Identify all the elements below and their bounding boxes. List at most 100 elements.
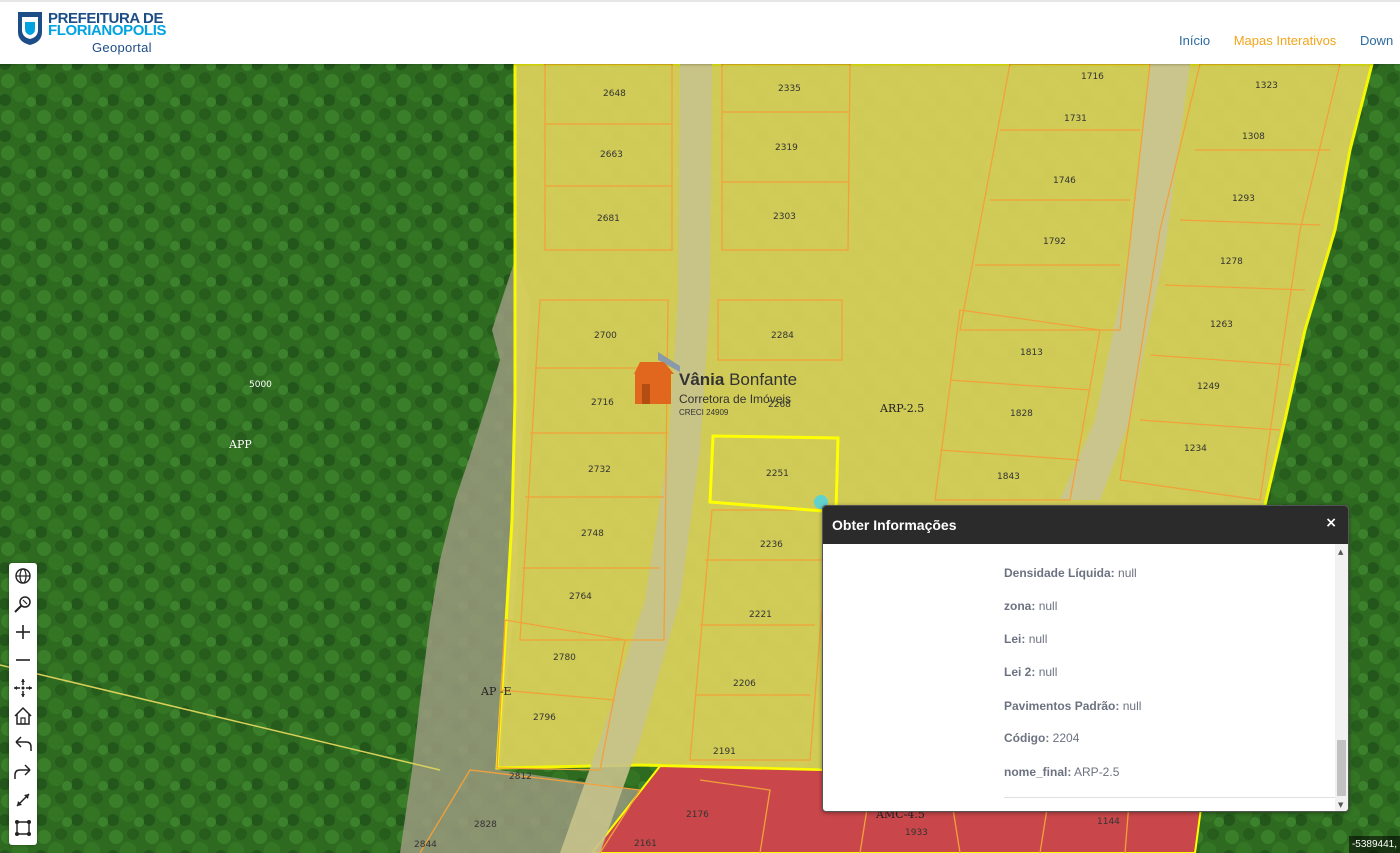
parcel-label: 2700	[594, 331, 617, 341]
zoom-search-icon[interactable]	[12, 593, 34, 615]
parcel-label: 2206	[733, 679, 756, 689]
prefeitura-logo[interactable]: PREFEITURA DE FLORIANOPOLIS Geoportal	[16, 10, 167, 56]
parcel-label: 2681	[597, 214, 620, 224]
attr-key: Código:	[1004, 731, 1050, 745]
zoom-in-icon[interactable]	[12, 621, 34, 643]
undo-icon[interactable]	[12, 733, 34, 755]
scroll-down-icon[interactable]: ▼	[1338, 801, 1343, 809]
nav-inicio[interactable]: Início	[1179, 33, 1210, 48]
attr-value: null	[1038, 599, 1058, 613]
select-area-icon[interactable]	[12, 817, 34, 839]
parcel-label: 2648	[603, 89, 626, 99]
zone-label-ape: AP -E	[480, 685, 512, 698]
parcel-label: 2176	[686, 810, 709, 820]
attr-row: Lei 2: null	[1004, 665, 1057, 679]
header-bar: PREFEITURA DE FLORIANOPOLIS Geoportal In…	[0, 0, 1400, 64]
watermark-name-rest: Bonfante	[724, 370, 798, 389]
close-button[interactable]: ×	[1325, 515, 1337, 531]
attr-value: null	[1118, 566, 1137, 580]
scrollbar[interactable]: ▲ ▼	[1335, 544, 1348, 811]
parcel-label: 2844	[414, 840, 437, 850]
parcel-label: 2319	[775, 143, 798, 153]
attr-value: null	[1038, 665, 1058, 679]
watermark-name: Vânia Bonfante	[679, 370, 797, 390]
nav-downloads[interactable]: Down	[1360, 33, 1393, 48]
watermark-subtitle: Corretora de Imóveis	[679, 392, 792, 406]
parcel-label: 1731	[1064, 114, 1087, 124]
zone-label-app: APP	[228, 438, 252, 451]
parcel-label: 1323	[1255, 81, 1278, 91]
parcel-label: 2161	[634, 839, 657, 849]
info-panel-title: Obter Informações	[832, 517, 957, 533]
map-toolbar	[9, 563, 37, 845]
attr-key: Densidade Líquida:	[1004, 566, 1115, 580]
zone-label-arp: ARP-2.5	[879, 402, 924, 415]
parcel-label: 2748	[581, 529, 604, 539]
info-panel-body[interactable]: Densidade Líquida: null zona: null Lei: …	[823, 544, 1334, 811]
watermark-name-bold: Vânia	[679, 370, 725, 389]
parcel-label: 2663	[600, 150, 623, 160]
globe-icon[interactable]	[12, 565, 34, 587]
divider	[1004, 797, 1340, 798]
logo-line-3: Geoportal	[92, 40, 152, 55]
parcel-label: 2221	[749, 610, 772, 620]
attr-key: Lei 2:	[1004, 665, 1036, 679]
info-panel: Obter Informações × Densidade Líquida: n…	[822, 505, 1349, 812]
parcel-label: 2284	[771, 331, 794, 341]
attr-row: Densidade Líquida: null	[1004, 566, 1137, 580]
zoom-out-icon[interactable]	[12, 649, 34, 671]
parcel-label: 2812	[509, 772, 532, 782]
main-nav: Início Mapas Interativos Down	[1179, 33, 1400, 48]
parcel-label: 2236	[760, 540, 783, 550]
info-panel-header: Obter Informações ×	[823, 506, 1348, 544]
parcel-label: 1813	[1020, 348, 1043, 358]
parcel-label: 2796	[533, 713, 556, 723]
home-icon[interactable]	[12, 705, 34, 727]
parcel-label: 1828	[1010, 409, 1033, 419]
parcel-label: 1249	[1197, 382, 1220, 392]
attr-row: Lei: null	[1004, 632, 1047, 646]
coordinate-readout: -5389441,	[1348, 836, 1400, 853]
crest-icon	[18, 12, 42, 45]
attr-key: Pavimentos Padrão:	[1004, 699, 1120, 713]
scroll-up-icon[interactable]: ▲	[1338, 548, 1343, 556]
attr-row: Código: 2204	[1004, 731, 1079, 745]
parcel-label: 2191	[713, 747, 736, 757]
watermark-creci: CRECI 24909	[679, 408, 729, 417]
parcel-label: 1293	[1232, 194, 1255, 204]
parcel-label: 1263	[1210, 320, 1233, 330]
full-extent-icon[interactable]	[12, 677, 34, 699]
attr-row: zona: null	[1004, 599, 1057, 613]
attr-row: nome_final: ARP-2.5	[1004, 765, 1119, 779]
parcel-label: 1792	[1043, 237, 1066, 247]
nav-mapas-interativos[interactable]: Mapas Interativos	[1234, 33, 1337, 48]
logo-line-2: FLORIANOPOLIS	[48, 22, 167, 39]
parcel-label: 1716	[1081, 72, 1104, 82]
redo-icon[interactable]	[12, 761, 34, 783]
attr-value: null	[1122, 699, 1142, 713]
attr-row: Pavimentos Padrão: null	[1004, 699, 1141, 713]
parcel-label: 1843	[997, 472, 1020, 482]
parcel-label: 2303	[773, 212, 796, 222]
parcel-label: 2716	[591, 398, 614, 408]
parcel-label: 1144	[1097, 817, 1120, 827]
scroll-thumb[interactable]	[1337, 740, 1346, 796]
attr-key: zona:	[1004, 599, 1036, 613]
attr-value: 2204	[1052, 731, 1080, 745]
parcel-label: 1278	[1220, 257, 1243, 267]
realtor-watermark: Vânia Bonfante Corretora de Imóveis CREC…	[634, 352, 834, 422]
parcel-label: 2335	[778, 84, 801, 94]
attr-key: Lei:	[1004, 632, 1026, 646]
attr-value: ARP-2.5	[1074, 765, 1120, 779]
parcel-label: 1234	[1184, 444, 1207, 454]
house-icon	[634, 352, 680, 404]
attr-value: null	[1028, 632, 1048, 646]
measure-icon[interactable]	[12, 789, 34, 811]
parcel-label: 1933	[905, 828, 928, 838]
parcel-label: 2780	[553, 653, 576, 663]
parcel-label: 2764	[569, 592, 592, 602]
parcel-label: 1746	[1053, 176, 1076, 186]
parcel-label: 2732	[588, 465, 611, 475]
parcel-label: 1308	[1242, 132, 1265, 142]
parcel-label: 5000	[249, 380, 272, 390]
